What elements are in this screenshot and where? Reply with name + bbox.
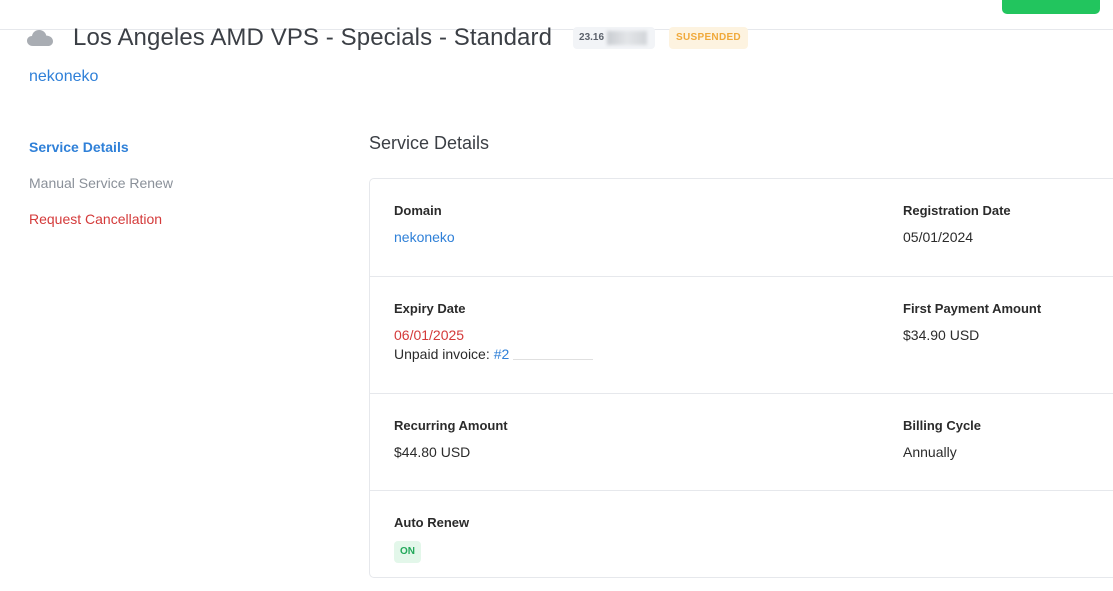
details-row: Expiry Date 06/01/2025 Unpaid invoice: #… xyxy=(370,277,1113,394)
ip-address-badge: 23.16 xyxy=(573,27,656,49)
domain-cell: Domain nekoneko xyxy=(394,203,455,245)
service-header: Los Angeles AMD VPS - Specials - Standar… xyxy=(26,20,748,56)
billing-cycle-cell: Billing Cycle Annually xyxy=(903,418,981,460)
sidebar-item-service-details[interactable]: Service Details xyxy=(29,137,329,173)
billing-cycle-value: Annually xyxy=(903,444,957,460)
registration-cell: Registration Date 05/01/2024 xyxy=(903,203,1011,245)
details-row: Domain nekoneko Registration Date 05/01/… xyxy=(370,179,1113,277)
page-title: Los Angeles AMD VPS - Specials - Standar… xyxy=(73,24,553,51)
unpaid-invoice-link[interactable]: #2 xyxy=(494,346,510,362)
domain-link[interactable]: nekoneko xyxy=(394,229,455,245)
cloud-icon xyxy=(27,30,53,46)
expiry-date-value: 06/01/2025 xyxy=(394,327,465,343)
billing-cycle-label: Billing Cycle xyxy=(903,418,982,433)
ip-redaction xyxy=(607,31,648,45)
first-payment-cell: First Payment Amount $34.90 USD xyxy=(903,301,1041,343)
unpaid-invoice: Unpaid invoice: #2 xyxy=(394,346,594,362)
expiry-cell: Expiry Date 06/01/2025 Unpaid invoice: #… xyxy=(394,301,594,362)
recurring-cell: Recurring Amount $44.80 USD xyxy=(394,418,508,460)
service-details-card: Domain nekoneko Registration Date 05/01/… xyxy=(369,178,1113,578)
first-payment-label: First Payment Amount xyxy=(903,301,1042,316)
sidebar-item-request-cancellation[interactable]: Request Cancellation xyxy=(29,209,329,245)
section-title: Service Details xyxy=(369,133,490,153)
top-action-button[interactable] xyxy=(1002,0,1100,14)
expiry-date-label: Expiry Date xyxy=(394,301,466,316)
recurring-amount-label: Recurring Amount xyxy=(394,418,508,433)
auto-renew-badge: ON xyxy=(394,541,421,563)
auto-renew-label: Auto Renew xyxy=(394,515,470,530)
auto-renew-cell: Auto Renew ON xyxy=(394,515,469,563)
ip-address-text: 23.16 xyxy=(579,32,605,43)
sidebar-item-manual-renew[interactable]: Manual Service Renew xyxy=(29,173,329,209)
domain-label: Domain xyxy=(394,203,442,218)
service-domain-link[interactable]: nekoneko xyxy=(29,68,98,86)
registration-date-label: Registration Date xyxy=(903,203,1011,218)
details-row: Auto Renew ON xyxy=(370,491,1113,591)
sidebar: Service Details Manual Service Renew Req… xyxy=(29,137,329,245)
unpaid-invoice-label: Unpaid invoice: xyxy=(394,346,490,362)
details-row: Recurring Amount $44.80 USD Billing Cycl… xyxy=(370,394,1113,491)
first-payment-value: $34.90 USD xyxy=(903,327,980,343)
recurring-amount-value: $44.80 USD xyxy=(394,444,471,460)
invoice-redaction xyxy=(513,358,594,360)
status-badge: SUSPENDED xyxy=(669,27,748,49)
registration-date-value: 05/01/2024 xyxy=(903,229,974,245)
